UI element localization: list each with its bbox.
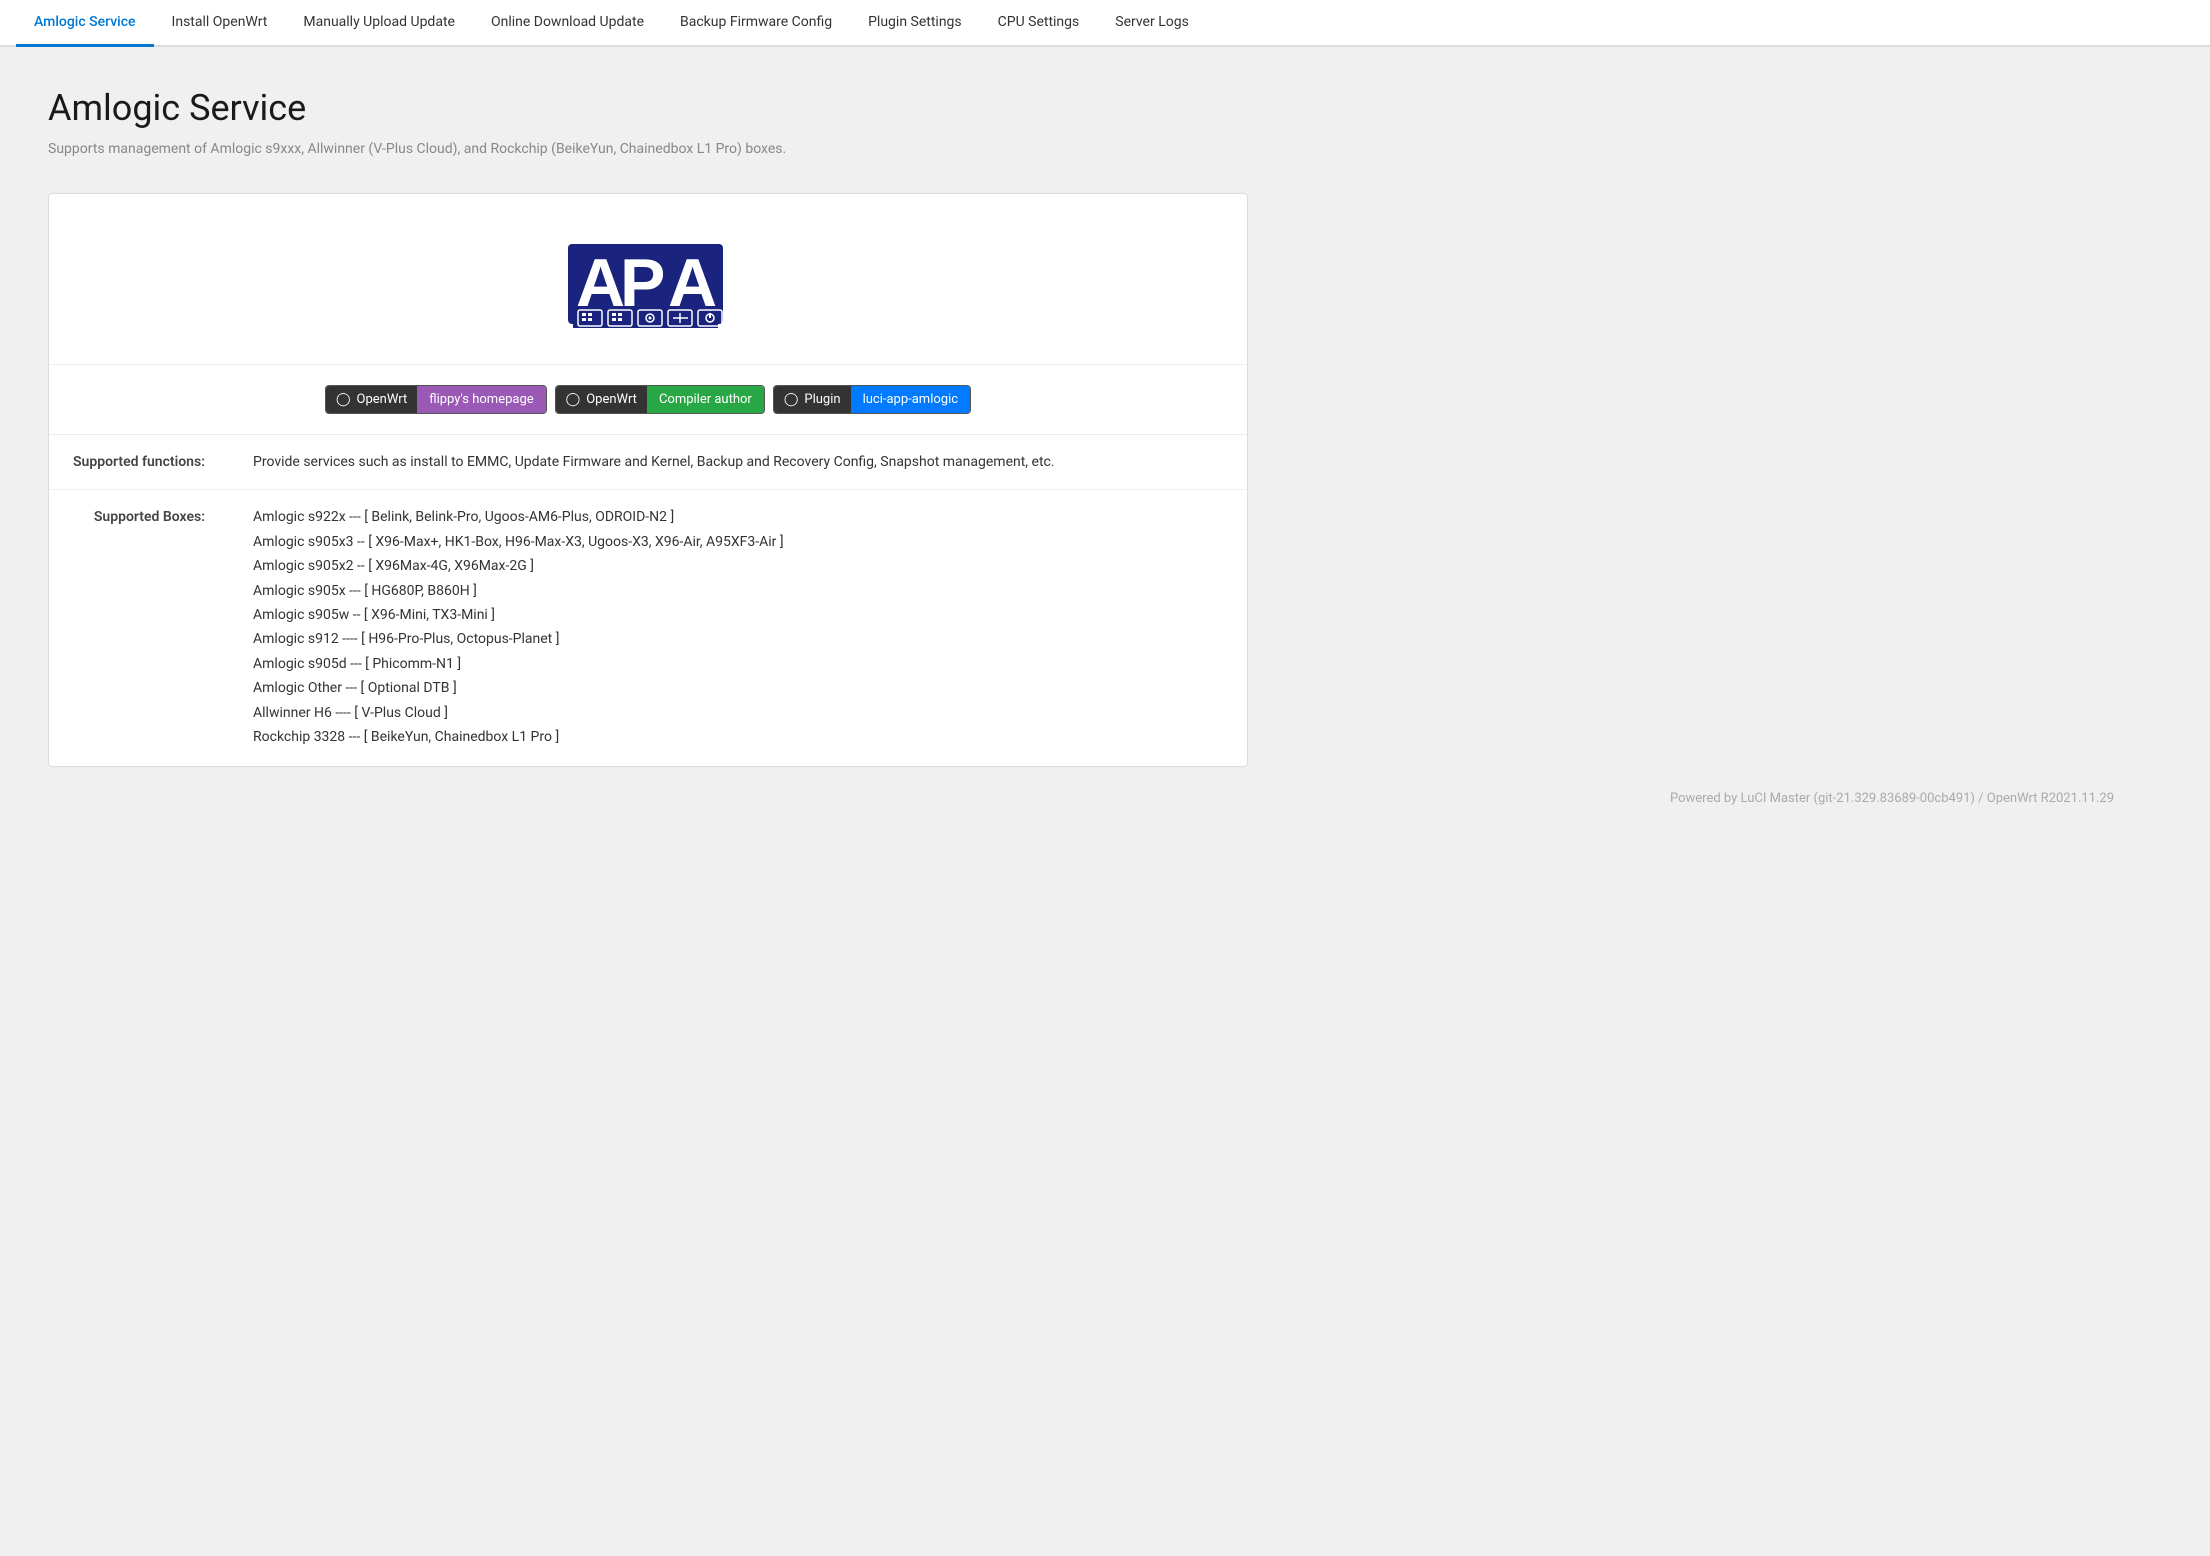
- box-item-4: Amlogic s905w -- [ X96-Mini, TX3-Mini ]: [253, 604, 1223, 626]
- github-openwrt-compiler-btn[interactable]: ◯ OpenWrt: [556, 386, 647, 413]
- page-subtitle: Supports management of Amlogic s9xxx, Al…: [48, 141, 2162, 157]
- page-title: Amlogic Service: [48, 87, 2162, 129]
- github-plugin-label: Plugin: [804, 392, 840, 407]
- btn-group-plugin: ◯ Plugin luci-app-amlogic: [773, 385, 971, 414]
- github-icon-1: ◯: [336, 392, 351, 407]
- box-item-6: Amlogic s905d --- [ Phicomm-N1 ]: [253, 653, 1223, 675]
- github-plugin-btn[interactable]: ◯ Plugin: [774, 386, 851, 413]
- box-item-9: Rockchip 3328 --- [ BeikeYun, Chainedbox…: [253, 726, 1223, 748]
- nav-item-server-logs[interactable]: Server Logs: [1097, 0, 1207, 47]
- box-item-8: Allwinner H6 ---- [ V-Plus Cloud ]: [253, 702, 1223, 724]
- github-openwrt-flippy-btn[interactable]: ◯ OpenWrt: [326, 386, 417, 413]
- logo-section: A P A: [49, 194, 1247, 365]
- compiler-author-btn[interactable]: Compiler author: [647, 386, 764, 413]
- box-item-1: Amlogic s905x3 -- [ X96-Max+, HK1-Box, H…: [253, 531, 1223, 553]
- supported-functions-row: Supported functions: Provide services su…: [49, 435, 1247, 490]
- nav-item-install-openwrt[interactable]: Install OpenWrt: [154, 0, 286, 47]
- box-item-3: Amlogic s905x --- [ HG680P, B860H ]: [253, 580, 1223, 602]
- nav-item-manually-upload[interactable]: Manually Upload Update: [285, 0, 473, 47]
- github-openwrt-label-2: OpenWrt: [586, 392, 637, 407]
- box-item-0: Amlogic s922x --- [ Belink, Belink-Pro, …: [253, 506, 1223, 528]
- supported-boxes-list: Amlogic s922x --- [ Belink, Belink-Pro, …: [229, 490, 1247, 766]
- flippy-homepage-btn[interactable]: flippy's homepage: [417, 386, 545, 413]
- footer-text: Powered by LuCI Master (git-21.329.83689…: [1670, 791, 2114, 806]
- nav-item-online-download[interactable]: Online Download Update: [473, 0, 662, 47]
- btn-group-flippy: ◯ OpenWrt flippy's homepage: [325, 385, 547, 414]
- page-content: Amlogic Service Supports management of A…: [0, 47, 2210, 870]
- supported-functions-label: Supported functions:: [49, 435, 229, 490]
- box-item-2: Amlogic s905x2 -- [ X96Max-4G, X96Max-2G…: [253, 555, 1223, 577]
- navigation: Amlogic Service Install OpenWrt Manually…: [0, 0, 2210, 47]
- info-table: Supported functions: Provide services su…: [49, 435, 1247, 766]
- github-icon-3: ◯: [784, 392, 799, 407]
- apa-logo: A P A: [568, 234, 728, 334]
- footer: Powered by LuCI Master (git-21.329.83689…: [48, 767, 2162, 830]
- supported-functions-value: Provide services such as install to EMMC…: [229, 435, 1247, 490]
- main-card: A P A: [48, 193, 1248, 767]
- supported-boxes-row: Supported Boxes: Amlogic s922x --- [ Bel…: [49, 490, 1247, 766]
- github-openwrt-label-1: OpenWrt: [357, 392, 408, 407]
- nav-item-backup-firmware[interactable]: Backup Firmware Config: [662, 0, 850, 47]
- btn-group-compiler: ◯ OpenWrt Compiler author: [555, 385, 765, 414]
- box-item-7: Amlogic Other --- [ Optional DTB ]: [253, 677, 1223, 699]
- luci-app-amlogic-btn[interactable]: luci-app-amlogic: [851, 386, 970, 413]
- box-item-5: Amlogic s912 ---- [ H96-Pro-Plus, Octopu…: [253, 628, 1223, 650]
- nav-item-amlogic-service[interactable]: Amlogic Service: [16, 0, 154, 47]
- github-icon-2: ◯: [566, 392, 581, 407]
- nav-item-plugin-settings[interactable]: Plugin Settings: [850, 0, 980, 47]
- supported-boxes-label: Supported Boxes:: [49, 490, 229, 766]
- buttons-section: ◯ OpenWrt flippy's homepage ◯ OpenWrt Co…: [49, 365, 1247, 435]
- nav-item-cpu-settings[interactable]: CPU Settings: [980, 0, 1098, 47]
- logo-container: A P A: [568, 234, 728, 334]
